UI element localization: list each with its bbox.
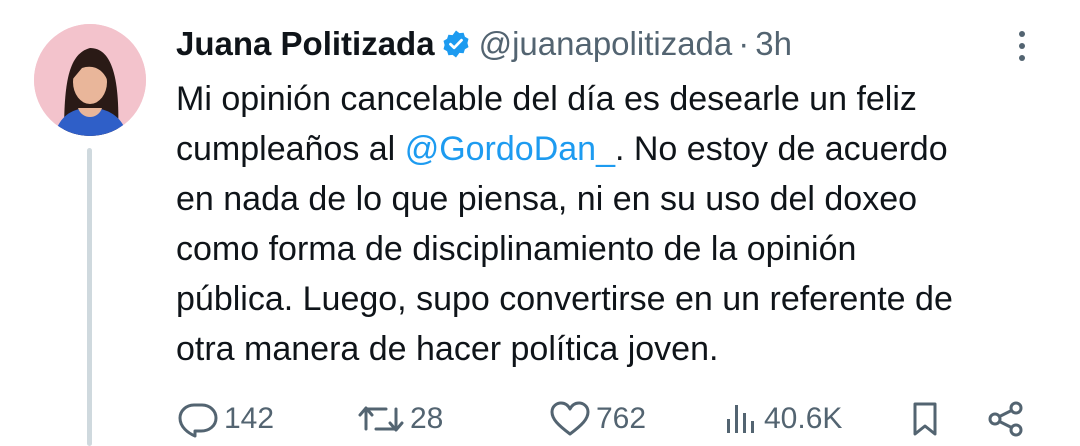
tweet-text-line: en nada de lo que piensa, ni en su uso d…: [176, 180, 918, 218]
tweet-text-line: como forma de disciplinamiento de la opi…: [176, 230, 857, 268]
reply-count: 142: [224, 402, 275, 435]
tweet-header: Juana Politizada @juanapolitizada · 3h: [176, 20, 792, 68]
views-count: 40.6K: [764, 402, 843, 435]
tweet-text: Mi opinión cancelable del día es desearl…: [176, 74, 1056, 374]
avatar-photo: [34, 24, 146, 136]
tweet-text-line: Mi opinión cancelable del día es desearl…: [176, 80, 917, 118]
share-icon: [988, 401, 1023, 437]
reply-button[interactable]: 142: [176, 392, 274, 446]
retweet-icon: [358, 406, 404, 432]
tweet-text-fragment: . No estoy de acuerdo: [614, 130, 948, 168]
share-button[interactable]: [984, 392, 1028, 446]
tweet-text-line: cumpleaños al @GordoDan_. No estoy de ac…: [176, 124, 1056, 174]
separator-dot: ·: [738, 25, 750, 62]
views-icon: [727, 405, 754, 433]
avatar[interactable]: [34, 24, 146, 136]
like-count: 762: [596, 402, 647, 435]
like-button[interactable]: 762: [548, 392, 646, 446]
tweet-text-line: otra manera de hacer política joven.: [176, 330, 719, 368]
retweet-button[interactable]: 28: [356, 392, 443, 446]
tweet-text-line: pública. Luego, supo convertirse en un r…: [176, 280, 953, 318]
mention-link[interactable]: @GordoDan_: [405, 130, 615, 168]
tweet-timestamp[interactable]: 3h: [755, 25, 792, 63]
bookmark-button[interactable]: [908, 392, 942, 446]
reply-icon: [178, 403, 218, 438]
action-bar: 142 28 762 40.6K: [0, 392, 1080, 446]
views-button[interactable]: 40.6K: [722, 392, 842, 446]
tweet-text-fragment: cumpleaños al: [176, 130, 405, 168]
like-icon: [550, 401, 590, 436]
author-handle[interactable]: @juanapolitizada: [479, 25, 733, 63]
bookmark-icon: [913, 402, 937, 436]
author-name[interactable]: Juana Politizada: [176, 25, 435, 63]
more-options-icon[interactable]: [1010, 26, 1034, 66]
retweet-count: 28: [410, 402, 444, 435]
verified-badge-icon: [441, 29, 471, 59]
